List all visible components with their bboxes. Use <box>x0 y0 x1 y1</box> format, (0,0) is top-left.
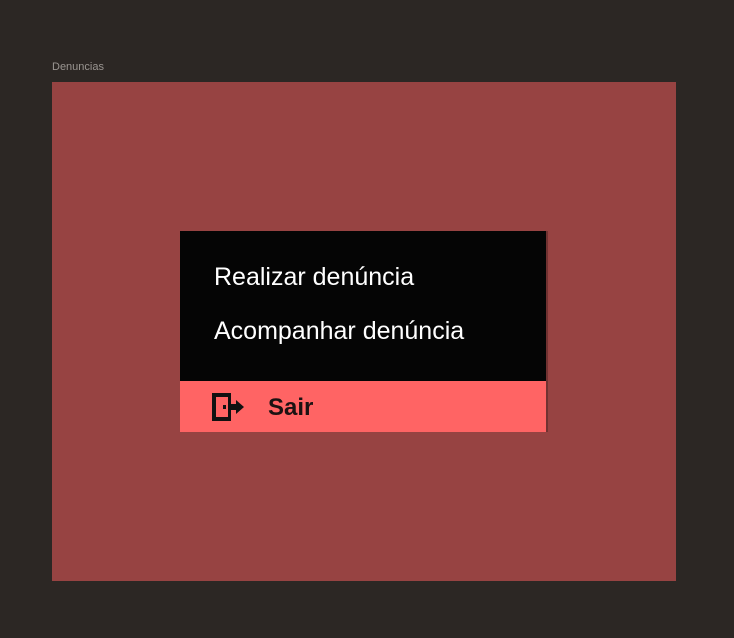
menu-options-panel: Realizar denúncia Acompanhar denúncia <box>180 231 546 381</box>
menu-item-realizar-denuncia[interactable]: Realizar denúncia <box>214 262 414 292</box>
denuncias-frame: Realizar denúncia Acompanhar denúncia Sa… <box>52 82 676 581</box>
exit-door-icon <box>212 393 244 421</box>
report-menu: Realizar denúncia Acompanhar denúncia Sa… <box>180 231 548 432</box>
exit-label: Sair <box>268 394 314 421</box>
menu-item-acompanhar-denuncia[interactable]: Acompanhar denúncia <box>214 316 464 346</box>
menu-edge-shadow <box>546 231 548 432</box>
frame-label: Denuncias <box>52 61 104 73</box>
exit-button[interactable]: Sair <box>180 381 546 432</box>
